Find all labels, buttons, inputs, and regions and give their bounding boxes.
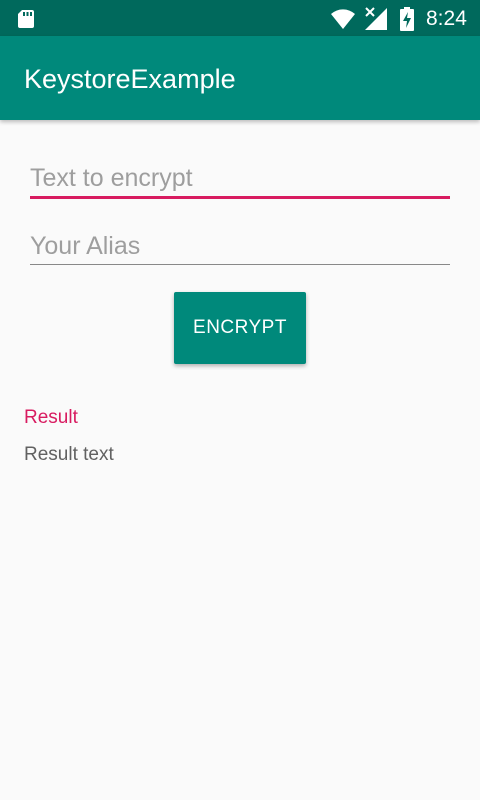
alias-underline — [30, 264, 450, 265]
sd-card-icon — [18, 10, 34, 28]
result-text: Result text — [24, 444, 114, 465]
text-to-encrypt-input[interactable] — [30, 160, 450, 196]
result-label: Result — [24, 407, 78, 428]
alias-field[interactable] — [30, 228, 450, 265]
app-title: KeystoreExample — [24, 64, 236, 94]
cell-signal-icon — [365, 7, 387, 30]
wifi-icon — [331, 9, 355, 29]
text-to-encrypt-underline — [30, 196, 450, 199]
status-bar-clock: 8:24 — [426, 7, 467, 30]
battery-charging-icon — [400, 7, 414, 31]
app-toolbar: KeystoreExample — [0, 36, 480, 120]
encrypt-button[interactable]: ENCRYPT — [174, 292, 306, 364]
text-to-encrypt-field[interactable] — [30, 160, 450, 199]
alias-input[interactable] — [30, 228, 450, 264]
status-bar: 8:24 — [0, 0, 480, 36]
